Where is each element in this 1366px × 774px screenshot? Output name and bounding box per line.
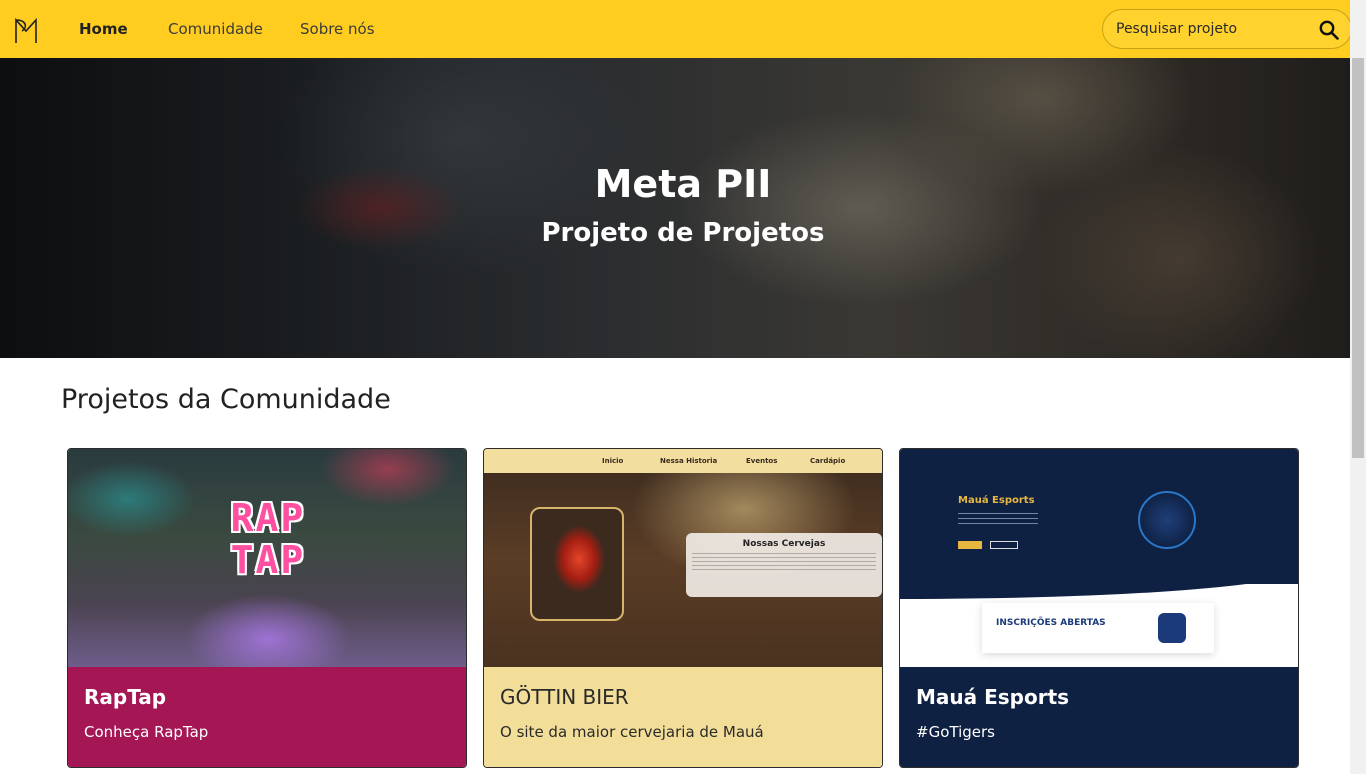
search-input[interactable] — [1116, 18, 1306, 40]
preview-wave — [900, 569, 1298, 599]
project-card-gottin-bier[interactable]: Inicio Nessa Historia Eventos Cardápio N… — [483, 448, 883, 768]
nav-link-home[interactable]: Home — [79, 0, 128, 58]
beer-glass-photo — [530, 507, 624, 621]
nav-link-comunidade[interactable]: Comunidade — [168, 0, 263, 58]
preview-button — [990, 541, 1018, 549]
card-text: O site da maior cervejaria de Mauá — [500, 723, 764, 741]
preview-banner-text: INSCRIÇÕES ABERTAS — [996, 618, 1106, 628]
preview-box-title: Nossas Cervejas — [742, 539, 826, 549]
preview-nav-item: Cardápio — [810, 457, 846, 465]
card-body: Mauá Esports #GoTigers — [900, 667, 1298, 767]
hero-title: Meta PII — [594, 162, 772, 206]
preview-navbar: Inicio Nessa Historia Eventos Cardápio — [484, 449, 882, 473]
hero-banner: Meta PII Projeto de Projetos — [0, 58, 1350, 358]
preview-heading: Mauá Esports — [958, 495, 1035, 506]
card-title: Mauá Esports — [916, 685, 1070, 709]
preview-box-text — [692, 553, 876, 571]
card-body: GÖTTIN BIER O site da maior cervejaria d… — [484, 667, 882, 767]
preview-text — [958, 513, 1038, 525]
card-title: GÖTTIN BIER — [500, 685, 629, 709]
preview-button — [958, 541, 982, 549]
preview-content-box: Nossas Cervejas — [686, 533, 882, 597]
card-image-raptap[interactable]: RAP TAP — [68, 449, 466, 667]
preview-nav-item: Inicio — [602, 457, 624, 465]
section-title: Projetos da Comunidade — [61, 384, 391, 415]
page-scrollbar[interactable] — [1350, 0, 1366, 774]
meta-pii-logo-icon[interactable] — [14, 17, 40, 45]
card-image-gottin-bier[interactable]: Inicio Nessa Historia Eventos Cardápio N… — [484, 449, 882, 667]
preview-nav-item: Eventos — [746, 457, 778, 465]
scrollbar-thumb[interactable] — [1352, 58, 1364, 458]
card-image-maua-esports[interactable]: Mauá Esports INSCRIÇÕES ABERTAS — [900, 449, 1298, 667]
search-icon[interactable] — [1319, 20, 1339, 40]
nav-link-sobre-nos[interactable]: Sobre nós — [300, 0, 375, 58]
card-text: #GoTigers — [916, 723, 995, 741]
tiger-icon — [1158, 613, 1186, 643]
hero-subtitle: Projeto de Projetos — [541, 218, 825, 248]
project-card-maua-esports[interactable]: Mauá Esports INSCRIÇÕES ABERTAS Mauá Esp… — [899, 448, 1299, 768]
card-body: RapTap Conheça RapTap — [68, 667, 466, 767]
raptap-logo-image: RAP TAP — [230, 496, 306, 582]
hero-overlay — [0, 58, 1350, 358]
top-navbar: Home Comunidade Sobre nós — [0, 0, 1366, 58]
preview-banner: INSCRIÇÕES ABERTAS — [982, 603, 1214, 653]
preview-nav-item: Nessa Historia — [660, 457, 718, 465]
tiger-emblem-icon — [1138, 491, 1196, 549]
card-title: RapTap — [84, 685, 167, 709]
search-box — [1102, 9, 1352, 49]
card-text: Conheça RapTap — [84, 723, 209, 741]
project-card-raptap[interactable]: RAP TAP RapTap Conheça RapTap — [67, 448, 467, 768]
